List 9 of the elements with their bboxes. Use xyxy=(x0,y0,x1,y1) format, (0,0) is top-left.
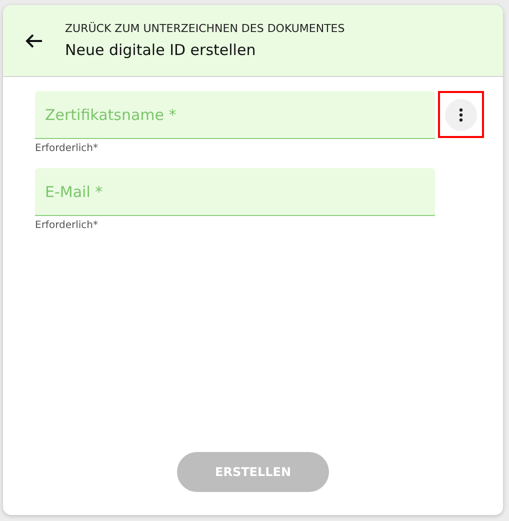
more-options-button[interactable] xyxy=(445,98,477,130)
helper-text: Erforderlich* xyxy=(35,220,100,231)
helper-text: Erforderlich* xyxy=(35,143,100,154)
text-field[interactable]: Zertifikatsname * xyxy=(35,91,435,139)
back-arrow-icon xyxy=(25,32,43,48)
more-vertical-icon xyxy=(459,108,463,122)
text-field[interactable]: E-Mail * xyxy=(35,168,435,216)
back-link[interactable]: ZURÜCK ZUM UNTERZEICHNEN DES DOKUMENTES xyxy=(65,22,345,35)
dialog-title: Neue digitale ID erstellen xyxy=(65,41,257,59)
